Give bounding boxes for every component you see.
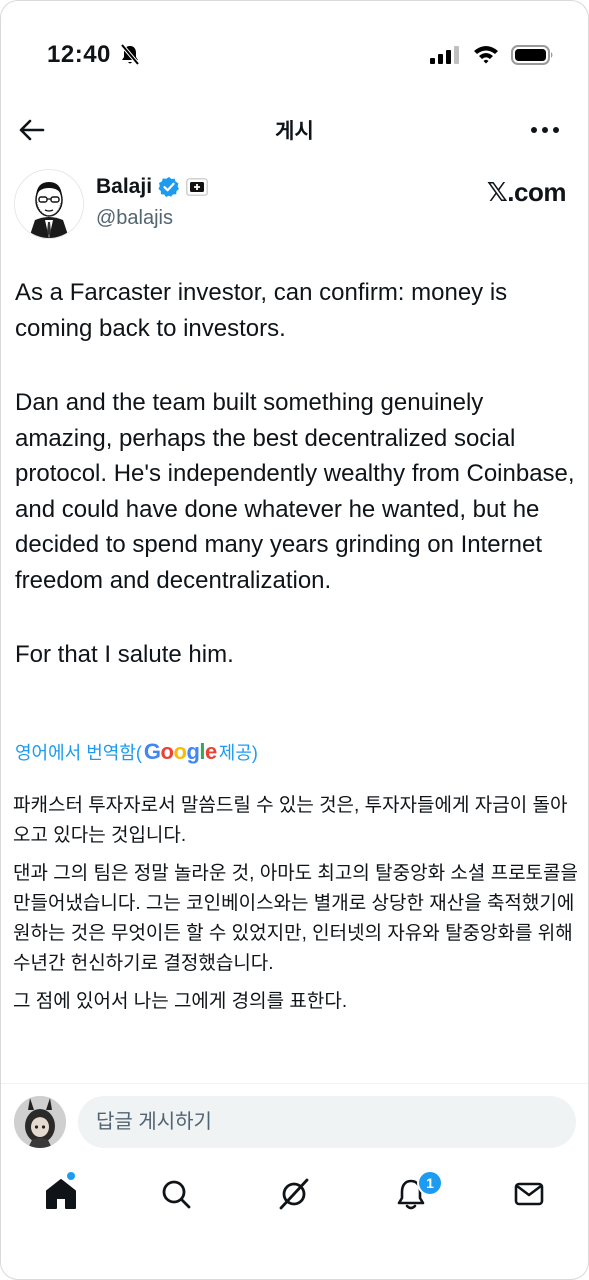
author-avatar[interactable] <box>14 169 84 239</box>
top-nav: 게시 <box>1 101 588 159</box>
app-screen: 12:40 게시 Balaji @balajis 𝕏.com As a Farc… <box>0 0 589 1280</box>
post-author: Balaji @balajis 𝕏.com <box>14 169 574 241</box>
grok-icon[interactable] <box>274 1174 314 1214</box>
bell-slash-icon <box>120 44 140 66</box>
home-indicator-area <box>1 1235 588 1279</box>
search-icon[interactable] <box>156 1174 196 1214</box>
affiliate-badge-icon <box>186 178 208 196</box>
notification-count-badge: 1 <box>417 1170 443 1196</box>
translated-text: 파캐스터 투자자로서 말씀드릴 수 있는 것은, 투자자들에게 자금이 돌아오고… <box>13 791 578 1025</box>
author-name[interactable]: Balaji <box>96 175 152 199</box>
avatar-illustration <box>15 170 83 238</box>
wifi-icon <box>474 46 498 64</box>
reply-input[interactable] <box>78 1096 576 1148</box>
home-unread-dot <box>67 1172 75 1180</box>
post-paragraph: Dan and the team built something genuine… <box>15 389 575 594</box>
verified-badge-icon <box>158 177 180 197</box>
post-text: As a Farcaster investor, can confirm: mo… <box>15 275 575 712</box>
translate-prefix: 영어에서 번역함( <box>15 743 142 763</box>
translated-paragraph: 파캐스터 투자자로서 말씀드릴 수 있는 것은, 투자자들에게 자금이 돌아오고… <box>13 795 568 846</box>
page-title: 게시 <box>275 120 314 143</box>
post-paragraph: For that I salute him. <box>15 641 234 668</box>
status-time: 12:40 <box>47 41 111 68</box>
post-source-label: 𝕏.com <box>486 177 567 207</box>
translate-suffix: 제공) <box>218 743 258 763</box>
user-avatar[interactable] <box>14 1096 66 1148</box>
status-bar: 12:40 <box>1 1 588 101</box>
translated-paragraph: 그 점에 있어서 나는 그에게 경의를 표한다. <box>13 991 348 1012</box>
divider <box>1 1083 588 1084</box>
more-horizontal-icon[interactable] <box>528 115 562 145</box>
signal-icon <box>430 46 459 64</box>
user-avatar-illustration <box>14 1096 66 1148</box>
battery-icon <box>511 45 553 65</box>
post-paragraph: As a Farcaster investor, can confirm: mo… <box>15 279 508 342</box>
bottom-tab-bar: 1 <box>1 1166 588 1226</box>
author-name-row: Balaji <box>96 175 208 199</box>
home-icon[interactable] <box>41 1174 81 1214</box>
google-logo: Google <box>143 739 217 764</box>
translated-paragraph: 댄과 그의 팀은 정말 놀라운 것, 아마도 최고의 탈중앙화 소셜 프로토콜을… <box>13 863 578 974</box>
messages-icon[interactable] <box>509 1174 549 1214</box>
translated-by-google-link[interactable]: 영어에서 번역함( Google 제공) <box>15 739 258 765</box>
author-handle[interactable]: @balajis <box>96 207 173 230</box>
